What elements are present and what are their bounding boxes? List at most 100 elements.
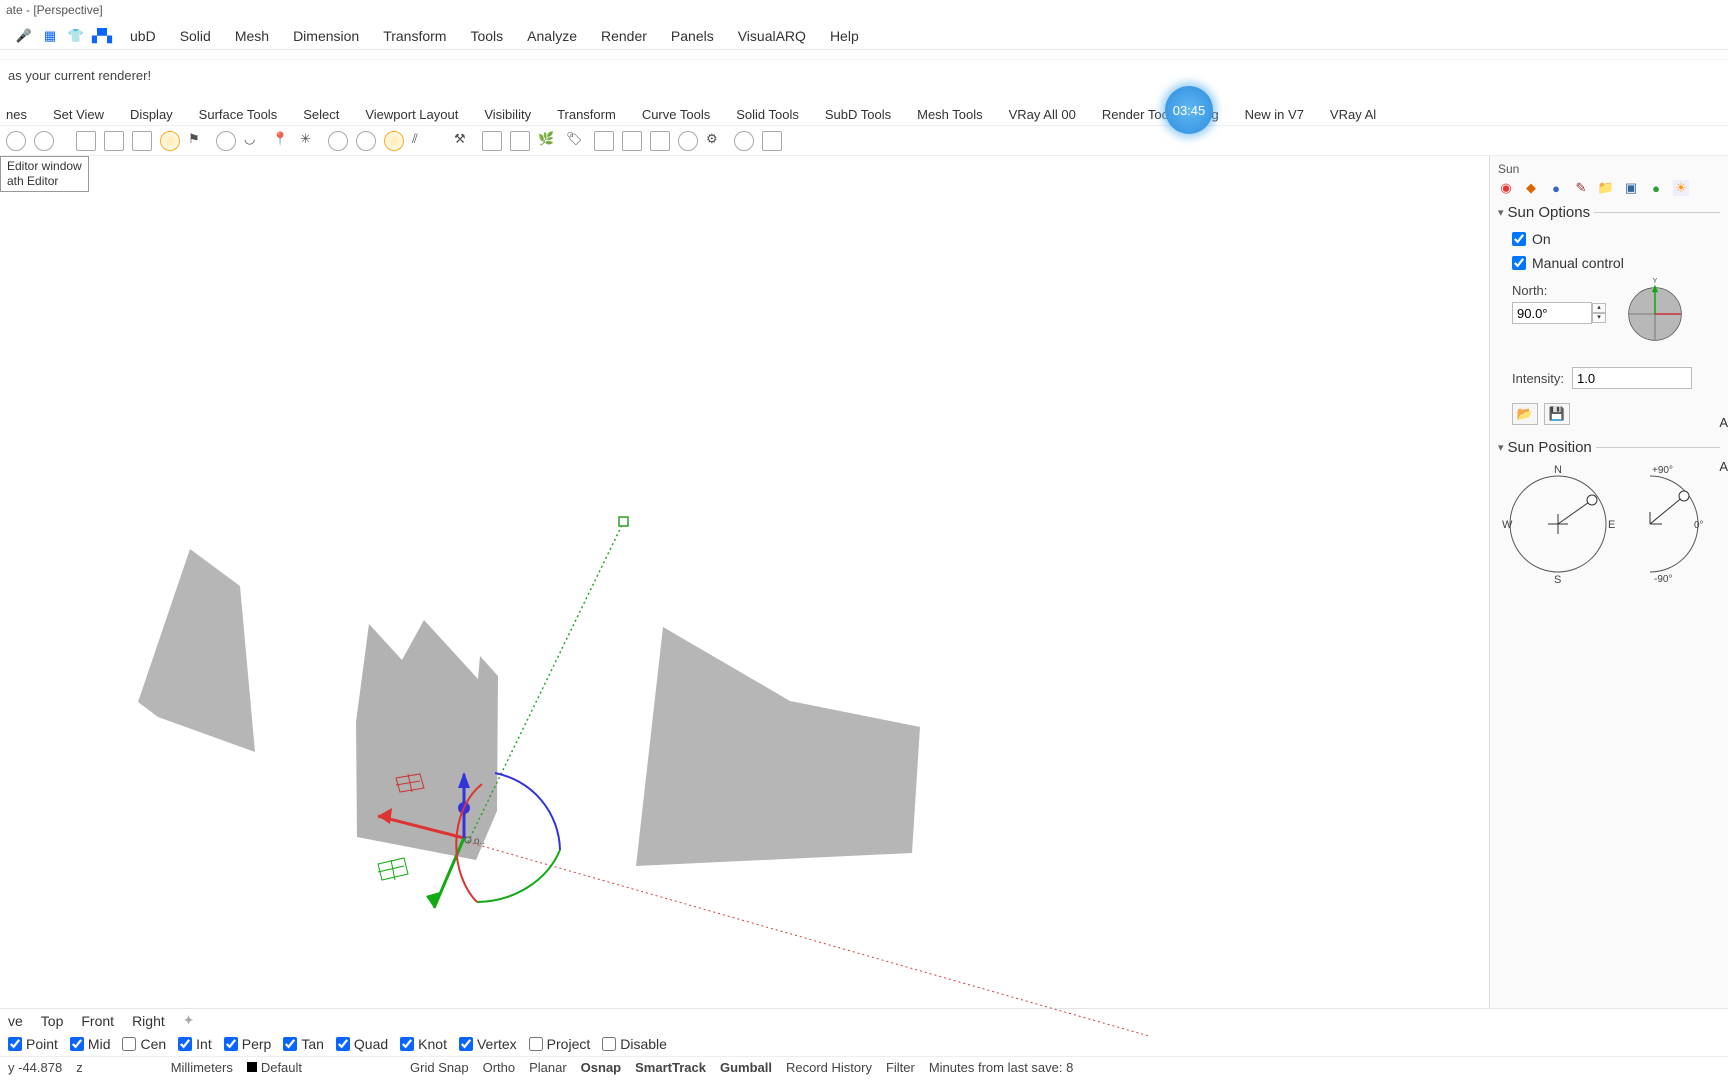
osnap-knot[interactable]: Knot: [400, 1036, 447, 1052]
sun-manual-checkbox[interactable]: Manual control: [1498, 253, 1720, 277]
osnap-tan[interactable]: Tan: [283, 1036, 324, 1052]
flag-icon[interactable]: ⚑: [188, 131, 208, 151]
ball-icon[interactable]: ●: [1548, 180, 1564, 196]
tag-icon[interactable]: 🏷: [566, 131, 586, 151]
grid3-icon[interactable]: [650, 131, 670, 151]
target-icon[interactable]: [734, 131, 754, 151]
sun-options-header[interactable]: ▾ Sun Options: [1498, 204, 1720, 221]
frame3-icon[interactable]: [132, 131, 152, 151]
recordhistory-toggle[interactable]: Record History: [786, 1060, 872, 1075]
sun-tab-icon[interactable]: ☀: [1673, 180, 1689, 196]
tab-solidtools[interactable]: Solid Tools: [736, 107, 799, 122]
env-icon[interactable]: ●: [1648, 180, 1664, 196]
tab-transform[interactable]: Transform: [557, 107, 616, 122]
frame-icon[interactable]: ▣: [1623, 180, 1639, 196]
smarttrack-toggle[interactable]: SmartTrack: [635, 1060, 706, 1075]
osnap-project[interactable]: Project: [529, 1036, 591, 1052]
altitude-dial[interactable]: +90° 0° -90°: [1632, 464, 1722, 587]
osnap-cen[interactable]: Cen: [122, 1036, 166, 1052]
menu-analyze[interactable]: Analyze: [515, 24, 589, 48]
sun-position-header[interactable]: ▾ Sun Position: [1498, 439, 1720, 456]
globe-icon[interactable]: [34, 131, 54, 151]
gridsnap-toggle[interactable]: Grid Snap: [410, 1060, 469, 1075]
apps-icon[interactable]: ▞▚: [94, 28, 110, 44]
tab-subdtools[interactable]: SubD Tools: [825, 107, 891, 122]
osnap-perp[interactable]: Perp: [224, 1036, 272, 1052]
menu-mesh[interactable]: Mesh: [223, 24, 281, 48]
tab-visibility[interactable]: Visibility: [484, 107, 531, 122]
view-front[interactable]: Front: [81, 1013, 114, 1029]
osnap-mid[interactable]: Mid: [70, 1036, 111, 1052]
cycle-icon[interactable]: [6, 131, 26, 151]
spark-icon[interactable]: ✳: [300, 131, 320, 151]
frame2-icon[interactable]: [104, 131, 124, 151]
burst-icon[interactable]: ⚙: [706, 131, 726, 151]
viewport-perspective[interactable]: Editor window ath Editor: [0, 156, 1490, 1008]
osnap-point[interactable]: Point: [8, 1036, 58, 1052]
menu-subd[interactable]: ubD: [118, 24, 168, 48]
menu-help[interactable]: Help: [818, 24, 871, 48]
save-button[interactable]: 💾: [1544, 403, 1570, 425]
osnap-disable[interactable]: Disable: [602, 1036, 667, 1052]
open-button[interactable]: 📂: [1512, 403, 1538, 425]
menu-render[interactable]: Render: [589, 24, 659, 48]
tab-display[interactable]: Display: [130, 107, 173, 122]
menu-visualarq[interactable]: VisualARQ: [726, 24, 818, 48]
layer[interactable]: Default: [247, 1060, 302, 1075]
view-right[interactable]: Right: [132, 1013, 165, 1029]
menu-panels[interactable]: Panels: [659, 24, 726, 48]
arc-icon[interactable]: ◡: [244, 131, 264, 151]
planar-toggle[interactable]: Planar: [529, 1060, 567, 1075]
gumball-toggle[interactable]: Gumball: [720, 1060, 772, 1075]
grass-icon[interactable]: 🌿: [538, 131, 558, 151]
menu-dimension[interactable]: Dimension: [281, 24, 371, 48]
grid-icon[interactable]: ▦: [42, 28, 58, 44]
tripod-icon[interactable]: ⚒: [454, 131, 474, 151]
azimuth-dial[interactable]: N S W E: [1502, 464, 1612, 587]
ortho-toggle[interactable]: Ortho: [483, 1060, 516, 1075]
shirt-icon[interactable]: 👕: [68, 28, 84, 44]
tab-nes[interactable]: nes: [6, 107, 27, 122]
slash-icon[interactable]: ⫽: [412, 131, 432, 151]
tab-select[interactable]: Select: [303, 107, 339, 122]
rainbow-icon[interactable]: ◉: [1498, 180, 1514, 196]
tab-meshtools[interactable]: Mesh Tools: [917, 107, 983, 122]
tab-newinv7[interactable]: New in V7: [1245, 107, 1304, 122]
gauge-icon[interactable]: [678, 131, 698, 151]
box2-icon[interactable]: [510, 131, 530, 151]
units[interactable]: Millimeters: [171, 1060, 233, 1075]
command-line[interactable]: as your current renderer!: [0, 60, 1728, 90]
menu-transform[interactable]: Transform: [371, 24, 458, 48]
menu-solid[interactable]: Solid: [168, 24, 223, 48]
mic-icon[interactable]: 🎤: [16, 28, 32, 44]
north-input[interactable]: [1512, 302, 1592, 324]
camera-icon[interactable]: [762, 131, 782, 151]
tab-curvetools[interactable]: Curve Tools: [642, 107, 710, 122]
sunface-icon[interactable]: [160, 131, 180, 151]
ring-icon[interactable]: [216, 131, 236, 151]
filter-toggle[interactable]: Filter: [886, 1060, 915, 1075]
view-add-icon[interactable]: ✦: [183, 1012, 195, 1029]
menu-tools[interactable]: Tools: [458, 24, 515, 48]
folder2-icon[interactable]: 📁: [1598, 180, 1614, 196]
osnap-toggle[interactable]: Osnap: [581, 1060, 621, 1075]
view-top[interactable]: Top: [41, 1013, 64, 1029]
north-spinner[interactable]: ▴▾: [1592, 303, 1606, 323]
north-compass[interactable]: Y: [1624, 283, 1686, 345]
box1-icon[interactable]: [482, 131, 502, 151]
intensity-input[interactable]: [1572, 367, 1692, 389]
osnap-quad[interactable]: Quad: [336, 1036, 388, 1052]
frame1-icon[interactable]: [76, 131, 96, 151]
tab-vrayall[interactable]: VRay All 00: [1009, 107, 1076, 122]
pin-icon[interactable]: 📍: [272, 131, 292, 151]
layers-icon[interactable]: ◆: [1523, 180, 1539, 196]
tab-viewportlayout[interactable]: Viewport Layout: [365, 107, 458, 122]
sun2-icon[interactable]: [384, 131, 404, 151]
view-ve[interactable]: ve: [8, 1013, 23, 1029]
osnap-vertex[interactable]: Vertex: [459, 1036, 517, 1052]
sun-on-checkbox[interactable]: On: [1498, 229, 1720, 253]
tab-vrayal[interactable]: VRay Al: [1330, 107, 1376, 122]
grid1-icon[interactable]: [594, 131, 614, 151]
osnap-int[interactable]: Int: [178, 1036, 212, 1052]
grid2-icon[interactable]: [622, 131, 642, 151]
